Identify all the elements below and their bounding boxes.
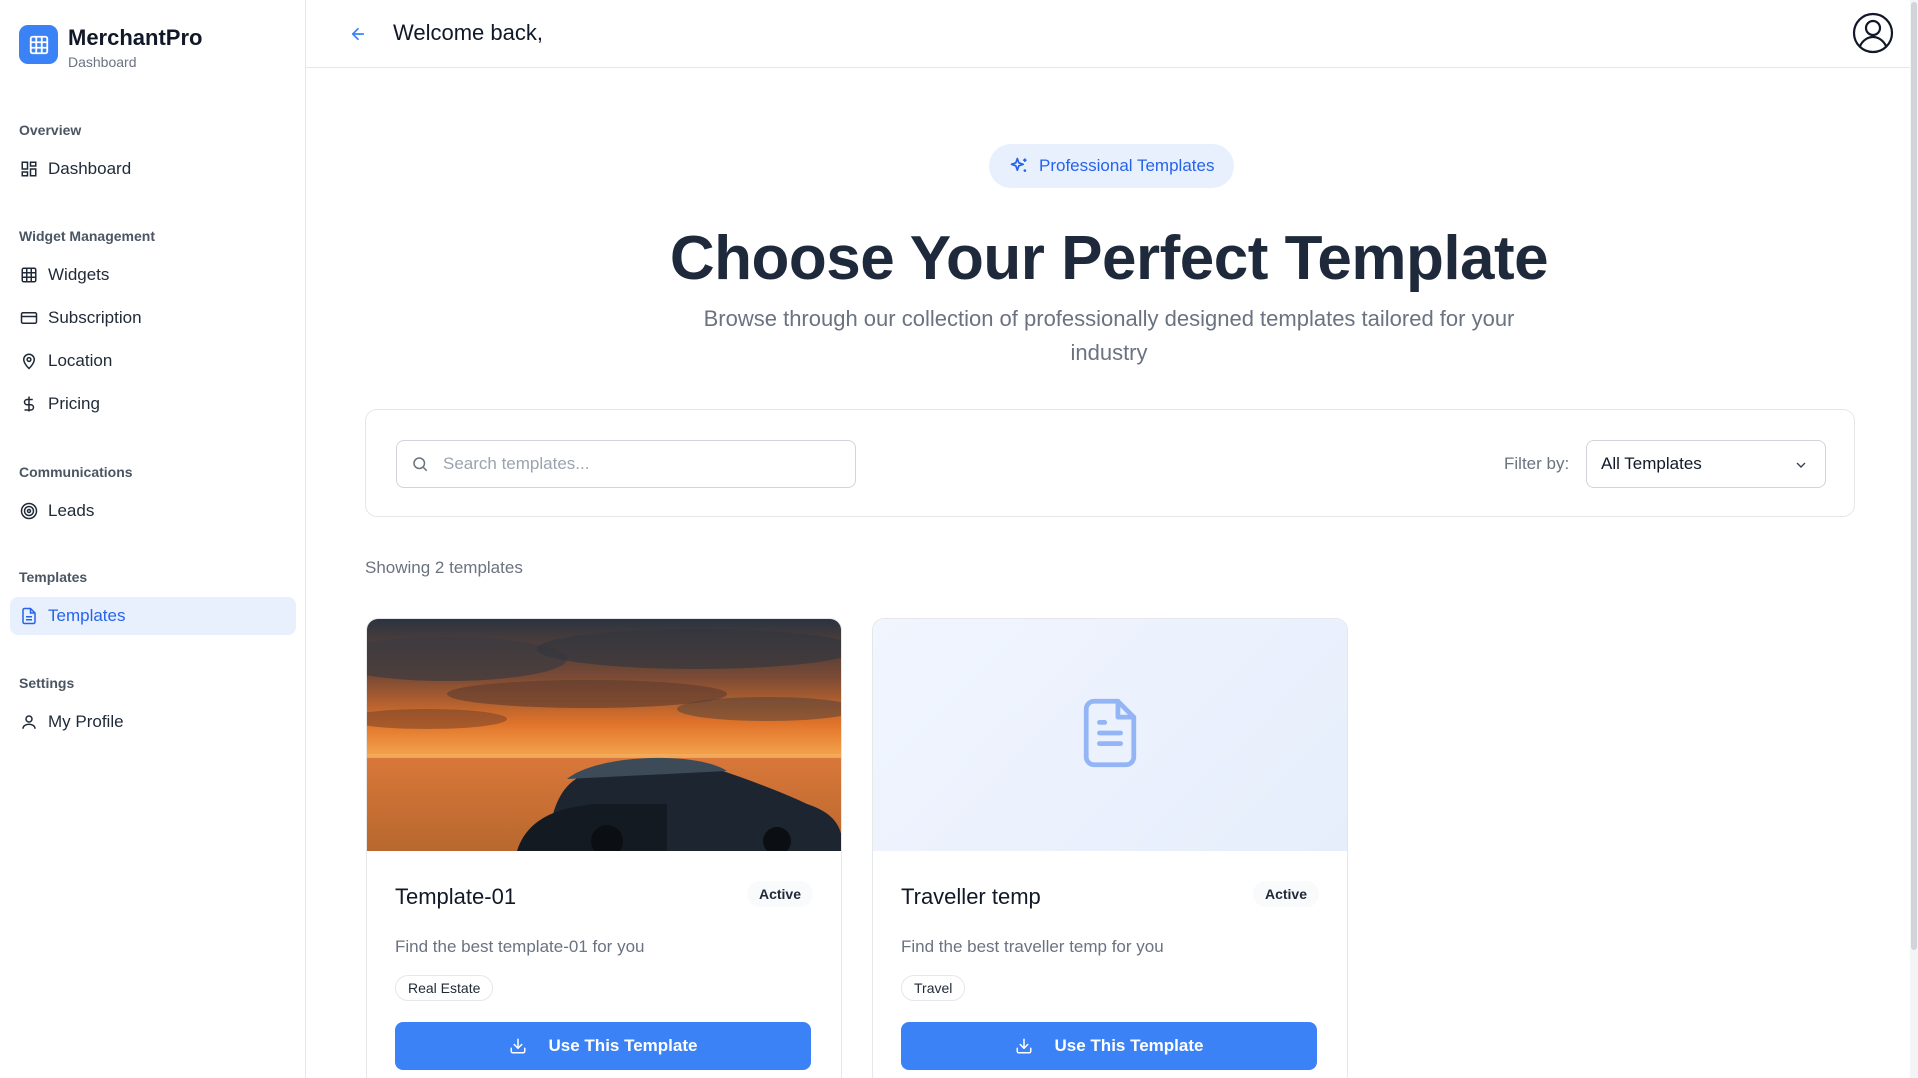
welcome-heading: Welcome back, xyxy=(393,20,543,45)
download-icon xyxy=(1015,1037,1033,1055)
sidebar-item-templates[interactable]: Templates xyxy=(10,597,296,635)
filter-label: Filter by: xyxy=(1504,454,1570,473)
sparkles-icon xyxy=(1009,156,1029,176)
map-pin-icon xyxy=(19,351,39,371)
results-count: Showing 2 templates xyxy=(365,558,523,577)
nav-heading: Overview xyxy=(19,122,82,138)
app-name: MerchantPro xyxy=(68,25,203,50)
sidebar-item-label: Widgets xyxy=(48,265,110,284)
brand[interactable]: MerchantPro Dashboard xyxy=(19,25,202,71)
page-subtitle: Browse through our collection of profess… xyxy=(703,306,1515,365)
grid-icon xyxy=(19,265,39,285)
filter-bar: Filter by: All Templates xyxy=(365,409,1855,517)
use-template-button[interactable]: Use This Template xyxy=(395,1022,811,1070)
template-description: Find the best traveller temp for you xyxy=(901,937,1164,956)
sidebar-item-leads[interactable]: Leads xyxy=(10,492,296,530)
sidebar-item-pricing[interactable]: Pricing xyxy=(10,385,296,423)
use-template-label: Use This Template xyxy=(1054,1036,1204,1055)
app-subtitle: Dashboard xyxy=(68,54,137,70)
target-icon xyxy=(19,501,39,521)
nav-heading: Widget Management xyxy=(19,228,155,244)
template-title: Template-01 xyxy=(395,884,517,909)
sidebar-item-label: Leads xyxy=(48,501,95,520)
grid-logo-icon xyxy=(19,25,58,64)
nav-section-settings: Settings My Profile xyxy=(0,673,306,741)
nav-section-widget-management: Widget Management Widgets Subscription L… xyxy=(0,226,306,423)
chevron-down-icon xyxy=(1793,457,1809,473)
dashboard-grid-icon xyxy=(19,159,39,179)
sidebar-item-widgets[interactable]: Widgets xyxy=(10,256,296,294)
professional-templates-badge: Professional Templates xyxy=(989,144,1235,188)
template-card[interactable]: Template-01 Active Find the best templat… xyxy=(366,618,842,1078)
credit-card-icon xyxy=(19,308,39,328)
badge-label: Professional Templates xyxy=(1039,156,1215,175)
nav-section-communications: Communications Leads xyxy=(0,462,306,530)
status-badge: Active xyxy=(1252,881,1319,907)
template-card[interactable]: Traveller temp Active Find the best trav… xyxy=(872,618,1348,1078)
template-thumbnail-sunset-car xyxy=(367,619,841,851)
page-scrollbar[interactable] xyxy=(1910,0,1918,1078)
nav-section-overview: Overview Dashboard xyxy=(0,120,306,188)
sidebar-item-label: Location xyxy=(48,351,113,370)
filter-select[interactable]: All Templates xyxy=(1586,440,1826,488)
template-thumbnail-placeholder xyxy=(873,619,1347,851)
template-description: Find the best template-01 for you xyxy=(395,937,645,956)
sidebar-item-label: Subscription xyxy=(48,308,142,327)
scrollbar-thumb[interactable] xyxy=(1911,2,1917,950)
document-icon xyxy=(19,606,39,626)
back-arrow-icon[interactable] xyxy=(346,22,370,46)
nav-heading: Settings xyxy=(19,675,75,691)
sidebar-item-subscription[interactable]: Subscription xyxy=(10,299,296,337)
category-tag: Travel xyxy=(901,975,966,1001)
sidebar-item-location[interactable]: Location xyxy=(10,342,296,380)
sidebar-item-label: Dashboard xyxy=(48,159,132,178)
page-title: Choose Your Perfect Template xyxy=(669,224,1549,293)
user-avatar-icon[interactable] xyxy=(1852,12,1894,54)
search-icon xyxy=(411,455,429,473)
dollar-icon xyxy=(19,394,39,414)
search-input[interactable] xyxy=(443,454,843,474)
filter-select-value: All Templates xyxy=(1601,454,1702,473)
download-icon xyxy=(509,1037,527,1055)
main-content: Professional Templates Choose Your Perfe… xyxy=(306,68,1910,1078)
nav-heading: Communications xyxy=(19,464,133,480)
nav-heading: Templates xyxy=(19,569,88,585)
sidebar-item-label: My Profile xyxy=(48,712,124,731)
user-icon xyxy=(19,712,39,732)
use-template-label: Use This Template xyxy=(548,1036,698,1055)
template-title: Traveller temp xyxy=(901,884,1041,909)
sidebar-item-dashboard[interactable]: Dashboard xyxy=(10,150,296,188)
search-field[interactable] xyxy=(396,440,856,488)
sidebar-item-my-profile[interactable]: My Profile xyxy=(10,703,296,741)
top-bar: Welcome back, xyxy=(306,0,1918,68)
sidebar-item-label: Templates xyxy=(48,606,126,625)
sidebar-item-label: Pricing xyxy=(48,394,100,413)
category-tag: Real Estate xyxy=(395,975,494,1001)
sidebar: MerchantPro Dashboard Overview Dashboard… xyxy=(0,0,306,1078)
nav-section-templates: Templates Templates xyxy=(0,567,306,635)
document-placeholder-icon xyxy=(1078,696,1142,775)
use-template-button[interactable]: Use This Template xyxy=(901,1022,1317,1070)
status-badge: Active xyxy=(746,881,813,907)
